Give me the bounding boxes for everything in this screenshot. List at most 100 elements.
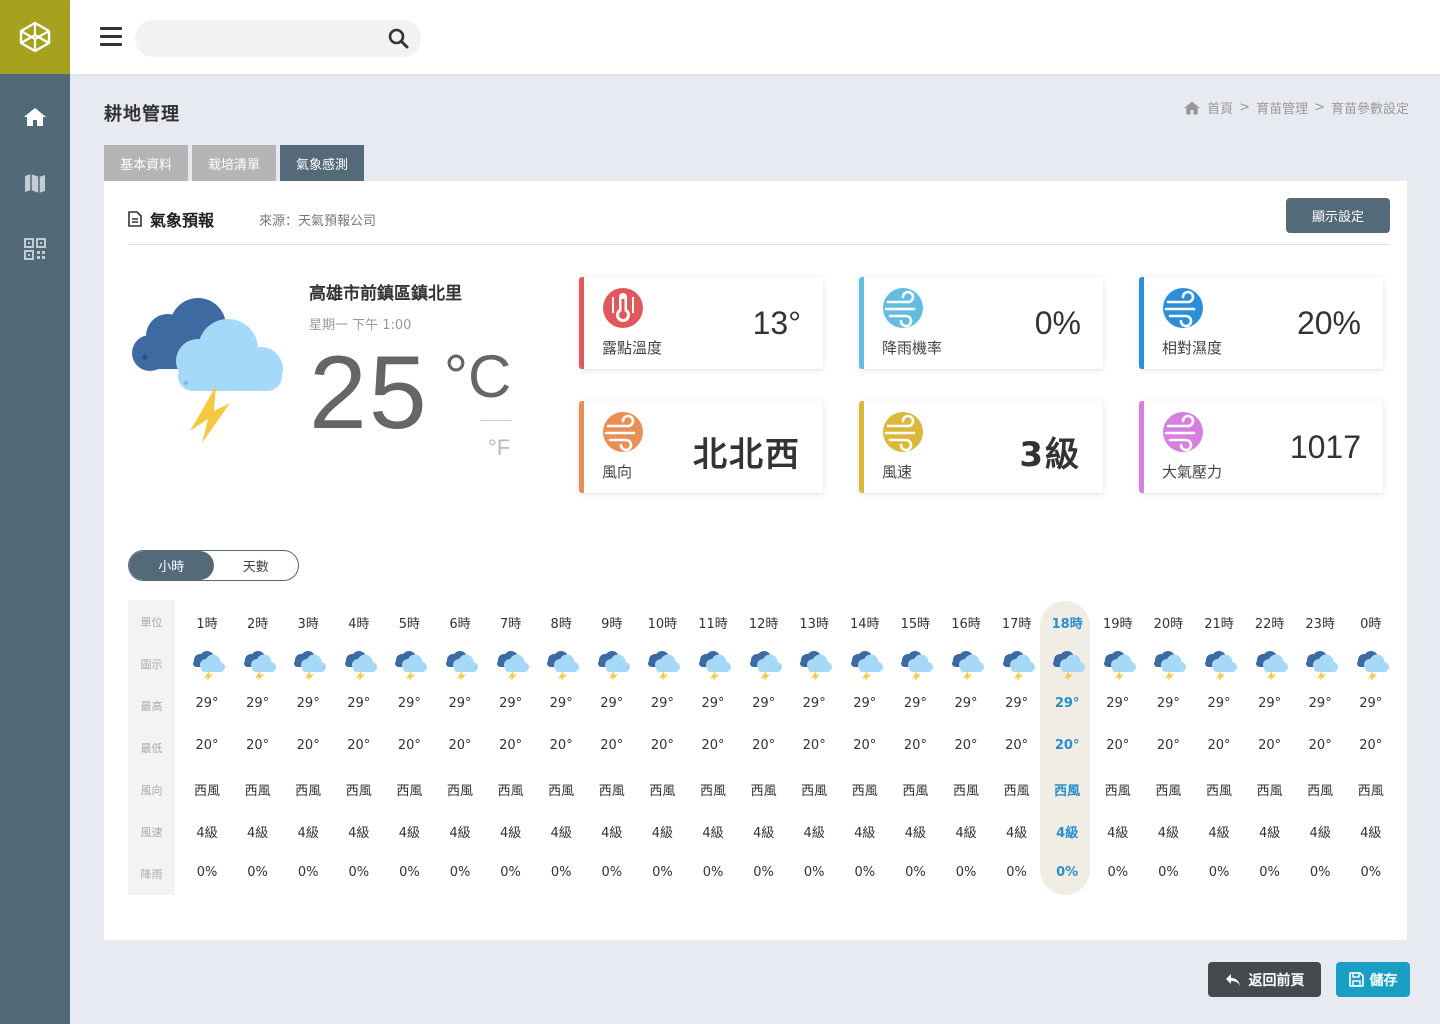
wind-icon xyxy=(1163,412,1203,452)
hour-column[interactable]: 14時 29° 20° 西風 4級 0% xyxy=(840,600,890,895)
toggle-days[interactable]: 天數 xyxy=(214,551,299,580)
hour-column[interactable]: 7時 29° 20° 西風 4級 0% xyxy=(486,600,536,895)
stat-wind-speed: 風速 3級 xyxy=(859,401,1103,493)
hour-column[interactable]: 20時 29° 20° 西風 4級 0% xyxy=(1143,600,1193,895)
rain-chance: 0% xyxy=(449,865,471,880)
search-input[interactable] xyxy=(135,20,375,57)
hour-column[interactable]: 12時 29° 20° 西風 4級 0% xyxy=(739,600,789,895)
stat-relative-humidity: 相對濕度 20% xyxy=(1139,277,1383,369)
hour-column[interactable]: 1時 29° 20° 西風 4級 0% xyxy=(182,600,232,895)
save-button[interactable]: 儲存 xyxy=(1336,962,1410,997)
weather-icon xyxy=(334,649,384,681)
sidebar-item-home[interactable] xyxy=(0,84,70,150)
hour-column[interactable]: 19時 29° 20° 西風 4級 0% xyxy=(1093,600,1143,895)
display-settings-button[interactable]: 顯示設定 xyxy=(1286,198,1390,233)
hour-column[interactable]: 18時 29° 20° 西風 4級 0% xyxy=(1042,600,1092,895)
hour-label: 3時 xyxy=(297,617,319,632)
hour-column[interactable]: 10時 29° 20° 西風 4級 0% xyxy=(637,600,687,895)
unit-fahrenheit[interactable]: °F xyxy=(488,435,510,461)
hour-column[interactable]: 0時 29° 20° 西風 4級 0% xyxy=(1346,600,1396,895)
hour-column[interactable]: 15時 29° 20° 西風 4級 0% xyxy=(890,600,940,895)
thunderstorm-cloud-icon xyxy=(395,651,428,681)
high-temp: 29° xyxy=(195,696,219,711)
hour-column[interactable]: 11時 29° 20° 西風 4級 0% xyxy=(688,600,738,895)
home-icon[interactable] xyxy=(1183,100,1201,116)
hour-label: 12時 xyxy=(748,617,779,632)
stat-dew-point: 露點溫度 13° xyxy=(579,277,823,369)
hour-column[interactable]: 9時 29° 20° 西風 4級 0% xyxy=(587,600,637,895)
low-temp: 20° xyxy=(650,738,674,753)
menu-toggle-button[interactable] xyxy=(100,27,122,47)
toggle-hours[interactable]: 小時 xyxy=(129,551,214,580)
high-temp: 29° xyxy=(853,696,877,711)
hour-column[interactable]: 5時 29° 20° 西風 4級 0% xyxy=(384,600,434,895)
logo[interactable] xyxy=(0,0,70,74)
hour-column[interactable]: 17時 29° 20° 西風 4級 0% xyxy=(992,600,1042,895)
hour-label: 18時 xyxy=(1051,617,1083,632)
unit-celsius[interactable]: °C xyxy=(444,347,511,407)
rain-chance: 0% xyxy=(652,865,673,880)
wind-direction: 西風 xyxy=(649,784,676,799)
wind-direction: 西風 xyxy=(952,784,979,799)
sidebar-item-qrcode[interactable] xyxy=(0,216,70,282)
hour-column[interactable]: 22時 29° 20° 西風 4級 0% xyxy=(1245,600,1295,895)
rain-chance: 0% xyxy=(1158,865,1179,880)
hamburger-line xyxy=(100,27,122,30)
stat-value: 3級 xyxy=(1019,435,1081,475)
hour-column[interactable]: 23時 29° 20° 西風 4級 0% xyxy=(1295,600,1345,895)
wind-speed: 4級 xyxy=(499,826,522,841)
floppy-disk-icon xyxy=(1348,972,1364,987)
weather-icon xyxy=(1295,649,1345,681)
hour-column[interactable]: 3時 29° 20° 西風 4級 0% xyxy=(283,600,333,895)
wind-icon xyxy=(883,412,923,452)
weather-icon xyxy=(182,649,232,681)
high-temp: 29° xyxy=(1308,696,1332,711)
hour-column[interactable]: 13時 29° 20° 西風 4級 0% xyxy=(789,600,839,895)
low-temp: 20° xyxy=(195,738,219,753)
back-button[interactable]: 返回前頁 xyxy=(1208,962,1321,997)
row-label-high: 最高 xyxy=(140,700,163,713)
row-label-icon: 圖示 xyxy=(140,658,163,671)
wind-speed: 4級 xyxy=(550,826,572,841)
search-icon[interactable] xyxy=(388,28,409,49)
rain-chance: 0% xyxy=(854,865,876,880)
tab-basic-info[interactable]: 基本資料 xyxy=(104,145,189,181)
wind-direction: 西風 xyxy=(699,784,726,799)
thunderstorm-cloud-icon xyxy=(496,651,529,681)
hour-column[interactable]: 4時 29° 20° 西風 4級 0% xyxy=(334,600,384,895)
low-temp: 20° xyxy=(1054,738,1080,753)
breadcrumb-seedling[interactable]: 育苗管理 xyxy=(1256,98,1308,117)
rain-chance: 0% xyxy=(803,865,825,880)
wind-direction: 西風 xyxy=(497,784,524,799)
row-label-wind-speed: 風速 xyxy=(140,826,163,839)
wind-icon xyxy=(603,412,643,452)
save-button-label: 儲存 xyxy=(1369,972,1398,989)
wind-speed: 4級 xyxy=(1309,826,1331,841)
sidebar-item-map[interactable] xyxy=(0,150,70,216)
hour-column[interactable]: 8時 29° 20° 西風 4級 0% xyxy=(536,600,586,895)
low-temp: 20° xyxy=(752,738,776,753)
high-temp: 29° xyxy=(448,696,472,711)
thunderstorm-cloud-icon xyxy=(850,651,883,681)
stat-label: 相對濕度 xyxy=(1162,339,1223,357)
hour-column[interactable]: 2時 29° 20° 西風 4級 0% xyxy=(233,600,283,895)
stat-value: 20% xyxy=(1296,305,1361,341)
rain-chance: 0% xyxy=(500,865,521,880)
hour-column[interactable]: 21時 29° 20° 西風 4級 0% xyxy=(1194,600,1244,895)
hour-label: 8時 xyxy=(550,617,572,632)
wind-speed: 4級 xyxy=(1056,826,1079,841)
weather-icon xyxy=(840,649,890,681)
hour-label: 4時 xyxy=(348,617,370,632)
home-icon xyxy=(24,108,46,126)
high-temp: 29° xyxy=(650,696,674,711)
thunderstorm-cloud-icon xyxy=(446,651,478,681)
breadcrumb-home[interactable]: 首頁 xyxy=(1207,98,1233,117)
hour-column[interactable]: 16時 29° 20° 西風 4級 0% xyxy=(941,600,991,895)
row-label-column: 單位 圖示 最高 最低 風向 風速 降雨 xyxy=(128,600,175,895)
low-temp: 20° xyxy=(549,738,573,753)
hour-column[interactable]: 6時 29° 20° 西風 4級 0% xyxy=(435,600,485,895)
hamburger-line xyxy=(100,43,122,46)
tab-weather-sensing[interactable]: 氣象感測 xyxy=(280,145,365,181)
stat-value: 13° xyxy=(752,305,801,341)
tab-cultivation-list[interactable]: 栽培清單 xyxy=(192,145,277,181)
